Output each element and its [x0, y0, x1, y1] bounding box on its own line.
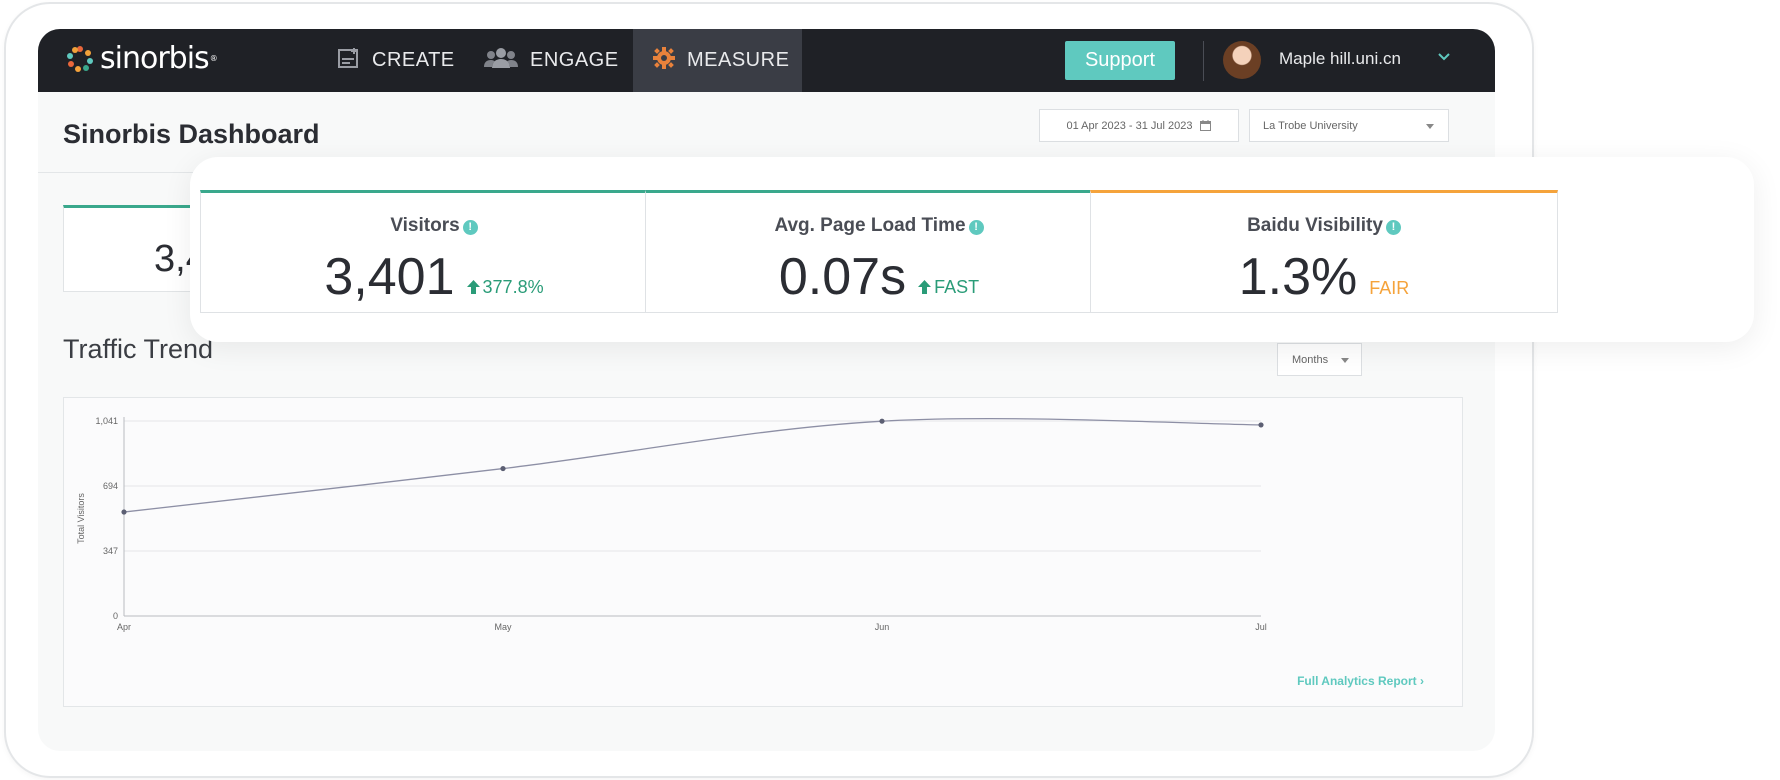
calendar-icon	[1200, 120, 1212, 131]
y-axis-label: Total Visitors	[76, 493, 86, 544]
kpi-delta: 377.8%	[466, 276, 544, 298]
nav-item-engage[interactable]: ENGAGE	[484, 29, 619, 92]
university-select[interactable]: La Trobe University	[1249, 109, 1449, 142]
kpi-value: 0.07s	[778, 248, 907, 306]
report-link-label: Full Analytics Report	[1297, 674, 1417, 688]
app-window: sinorbis® CREATE ENGAGE MEASURE Support …	[38, 29, 1495, 751]
date-range-picker[interactable]: 01 Apr 2023 - 31 Jul 2023	[1039, 109, 1239, 142]
logo-mark-icon	[66, 45, 94, 73]
nav-label-engage: ENGAGE	[530, 49, 619, 71]
sinorbis-logo[interactable]: sinorbis®	[66, 41, 218, 76]
arrow-up-icon	[466, 280, 480, 294]
kpi-label: Baidu Visibility!	[1091, 215, 1557, 237]
traffic-trend-title: Traffic Trend	[63, 334, 214, 364]
university-select-value: La Trobe University	[1263, 119, 1358, 132]
nav-label-measure: MEASURE	[687, 49, 790, 71]
kpi-value: 1.3%	[1238, 248, 1358, 306]
y-tick-label: 0	[113, 611, 118, 621]
kpi-card-visitors: Visitors! 3,401 377.8%	[200, 190, 668, 313]
users-icon	[484, 47, 518, 75]
info-icon[interactable]: !	[462, 220, 478, 235]
nav-divider	[1203, 41, 1204, 81]
user-name[interactable]: Maple hill.uni.cn	[1279, 49, 1401, 69]
caret-down-icon	[1426, 124, 1434, 129]
y-tick-label: 347	[103, 546, 118, 556]
kpi-delta-text: FAIR	[1369, 278, 1410, 298]
info-icon[interactable]: !	[968, 220, 984, 235]
nav-item-create[interactable]: CREATE	[338, 29, 455, 92]
gear-icon	[653, 46, 675, 75]
kpi-value-row: 0.07s FAST	[646, 249, 1112, 305]
kpi-label: Avg. Page Load Time!	[646, 215, 1112, 237]
chevron-right-icon: ›	[1420, 674, 1424, 688]
arrow-up-icon	[918, 280, 932, 294]
kpi-delta-text: 377.8%	[482, 276, 544, 297]
info-icon[interactable]: !	[1385, 220, 1401, 235]
logo-text: sinorbis®	[100, 41, 218, 76]
x-tick-label: Apr	[117, 622, 131, 632]
kpi-card-page-load: Avg. Page Load Time! 0.07s FAST	[645, 190, 1113, 313]
traffic-line-chart: 0 347 694 1,041 Apr May Jun Jul Total Visitors	[76, 416, 1267, 632]
kpi-value-row: 3,401 377.8%	[201, 249, 667, 305]
period-select[interactable]: Months	[1277, 343, 1362, 376]
data-point	[500, 465, 506, 472]
x-tick-label: May	[494, 622, 512, 632]
period-select-value: Months	[1292, 353, 1329, 366]
avatar[interactable]	[1223, 41, 1261, 79]
nav-item-measure[interactable]: MEASURE	[633, 29, 802, 92]
kpi-panel: Visitors! 3,401 377.8% Avg. Page Load Ti…	[190, 157, 1754, 342]
date-range-text: 01 Apr 2023 - 31 Jul 2023	[1066, 119, 1193, 132]
data-point	[879, 418, 885, 424]
support-button[interactable]: Support	[1065, 41, 1175, 80]
kpi-delta: FAIR	[1369, 278, 1409, 299]
chevron-down-icon[interactable]	[1438, 51, 1450, 63]
y-tick-label: 1,041	[95, 416, 118, 426]
data-point	[1258, 422, 1264, 428]
caret-down-icon	[1341, 358, 1349, 363]
nav-label-create: CREATE	[372, 49, 455, 71]
kpi-card-baidu-visibility: Baidu Visibility! 1.3% FAIR	[1090, 190, 1558, 313]
data-point	[121, 509, 127, 515]
top-navigation-bar: sinorbis® CREATE ENGAGE MEASURE Support …	[38, 29, 1495, 92]
create-icon	[338, 47, 360, 75]
kpi-label-text: Visitors	[390, 215, 460, 236]
kpi-label: Visitors!	[201, 215, 667, 237]
kpi-value: 3,401	[324, 248, 455, 306]
kpi-label-text: Baidu Visibility	[1247, 215, 1383, 236]
traffic-chart-panel: 0 347 694 1,041 Apr May Jun Jul Total Visitors F…	[63, 397, 1463, 707]
kpi-value-row: 1.3% FAIR	[1091, 249, 1557, 305]
page-title: Sinorbis Dashboard	[63, 119, 320, 149]
full-analytics-report-link[interactable]: Full Analytics Report ›	[1297, 674, 1424, 688]
kpi-delta-text: FAST	[934, 276, 980, 297]
x-tick-label: Jul	[1255, 622, 1267, 632]
kpi-label-text: Avg. Page Load Time	[774, 215, 966, 236]
y-tick-label: 694	[103, 481, 118, 491]
kpi-delta: FAST	[918, 277, 979, 298]
x-tick-label: Jun	[875, 622, 890, 632]
series-line	[123, 417, 1262, 513]
